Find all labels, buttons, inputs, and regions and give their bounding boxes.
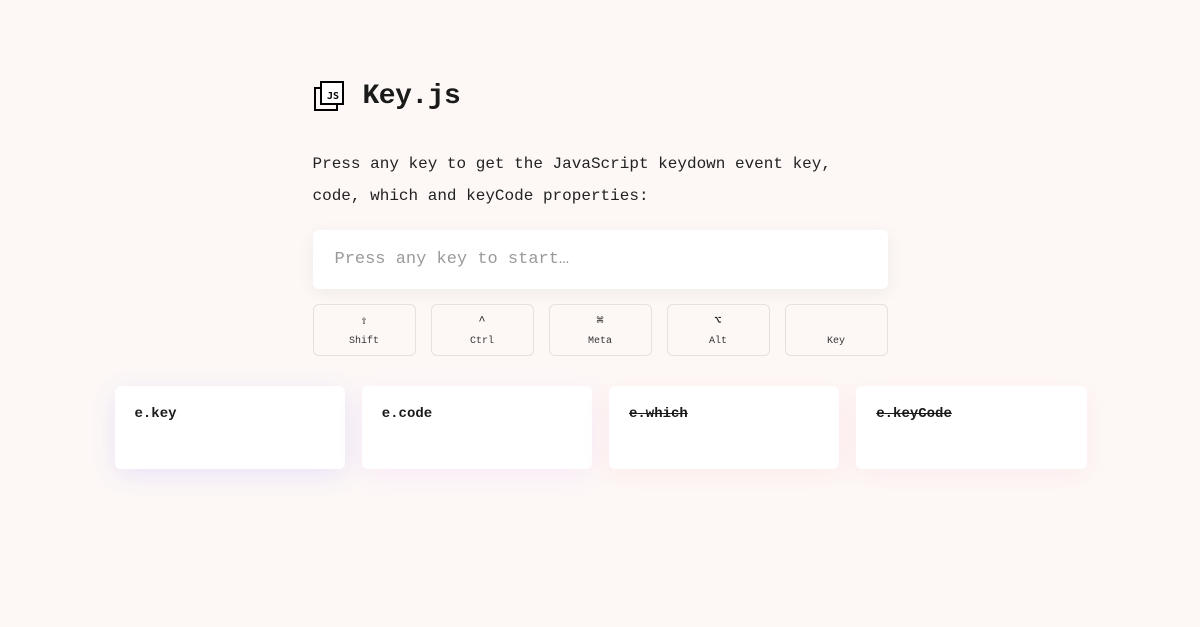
- keycap-shift[interactable]: ⇧ Shift: [313, 304, 416, 356]
- svg-text:JS: JS: [327, 91, 339, 102]
- keycap-symbol: ⇧: [325, 315, 404, 327]
- logo-icon: JS: [313, 80, 345, 112]
- result-card-which: e.which: [609, 386, 839, 469]
- page-title: Key.js: [363, 81, 461, 112]
- keycap-key[interactable]: Key: [785, 304, 888, 356]
- result-label: e.code: [382, 406, 432, 422]
- header: JS Key.js: [313, 80, 888, 112]
- keycap-meta[interactable]: ⌘ Meta: [549, 304, 652, 356]
- subtitle: Press any key to get the JavaScript keyd…: [313, 148, 888, 212]
- keycap-label: Key: [797, 336, 876, 347]
- result-label: e.key: [135, 406, 177, 422]
- result-cards-row: e.key e.code e.which e.keyCode: [115, 386, 1087, 469]
- keycap-label: Meta: [561, 336, 640, 347]
- keycap-symbol: ^: [443, 315, 522, 327]
- keycap-label: Shift: [325, 336, 404, 347]
- keycap-ctrl[interactable]: ^ Ctrl: [431, 304, 534, 356]
- modifier-keys-row: ⇧ Shift ^ Ctrl ⌘ Meta ⌥ Alt Key: [313, 304, 888, 356]
- keycap-label: Ctrl: [443, 336, 522, 347]
- result-card-code: e.code: [362, 386, 592, 469]
- keycap-alt[interactable]: ⌥ Alt: [667, 304, 770, 356]
- result-label: e.which: [629, 406, 688, 422]
- result-card-key: e.key: [115, 386, 345, 469]
- result-card-keycode: e.keyCode: [856, 386, 1086, 469]
- keycap-label: Alt: [679, 336, 758, 347]
- keycap-symbol: ⌥: [679, 315, 758, 327]
- key-input[interactable]: [313, 230, 888, 289]
- keycap-symbol: ⌘: [561, 315, 640, 327]
- result-label: e.keyCode: [876, 406, 952, 422]
